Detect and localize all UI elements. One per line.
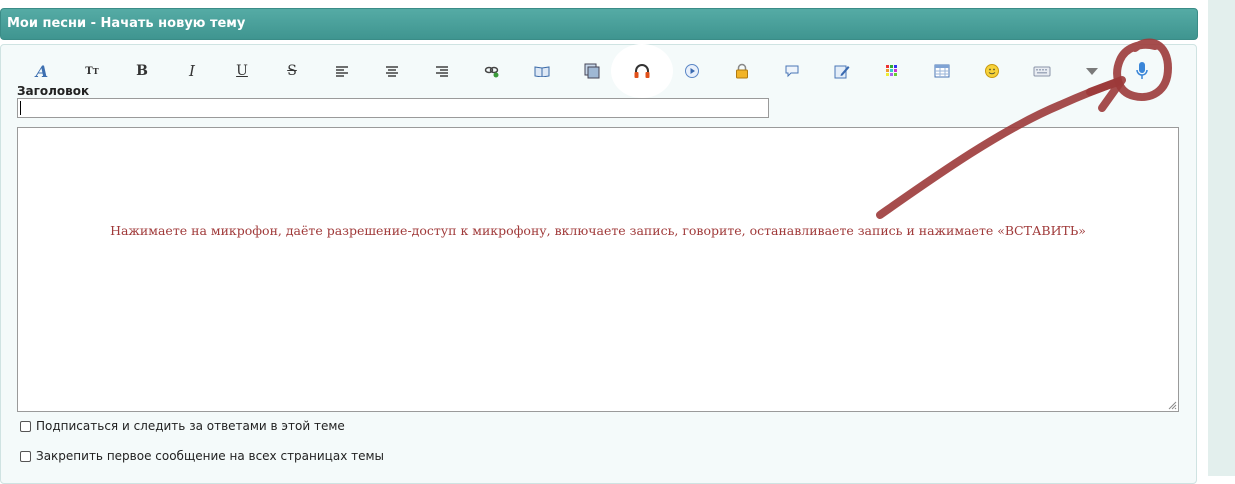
book-icon[interactable] bbox=[529, 58, 555, 84]
subscribe-label: Подписаться и следить за ответами в этой… bbox=[36, 419, 345, 433]
speech-bubble-icon[interactable] bbox=[779, 58, 805, 84]
font-icon[interactable]: A bbox=[29, 58, 55, 84]
keyboard-icon[interactable] bbox=[1029, 58, 1055, 84]
headphones-icon[interactable] bbox=[629, 58, 655, 84]
subscribe-checkbox[interactable] bbox=[20, 420, 31, 432]
page-right-gutter bbox=[1208, 0, 1235, 476]
color-grid-icon[interactable] bbox=[879, 58, 905, 84]
table-icon[interactable] bbox=[929, 58, 955, 84]
pin-checkbox[interactable] bbox=[20, 450, 31, 462]
image-icon[interactable] bbox=[579, 58, 605, 84]
title-label: Заголовок bbox=[17, 84, 90, 98]
pin-label: Закрепить первое сообщение на всех стран… bbox=[36, 449, 385, 463]
strikethrough-icon[interactable]: S bbox=[279, 58, 305, 84]
message-editor[interactable]: Нажимаете на микрофон, даёте разрешение-… bbox=[17, 127, 1179, 412]
lock-icon[interactable] bbox=[729, 58, 755, 84]
page-title: Мои песни - Начать новую тему bbox=[7, 16, 246, 31]
link-icon[interactable] bbox=[479, 58, 505, 84]
editor-hint-text: Нажимаете на микрофон, даёте разрешение-… bbox=[110, 223, 1086, 238]
align-center-icon[interactable] bbox=[379, 58, 405, 84]
resize-grip-icon[interactable] bbox=[1167, 400, 1177, 410]
bold-icon[interactable]: B bbox=[129, 58, 155, 84]
smiley-icon[interactable] bbox=[979, 58, 1005, 84]
editor-toolbar: A TT B I U S bbox=[17, 58, 1177, 86]
pin-option[interactable]: Закрепить первое сообщение на всех стран… bbox=[20, 449, 384, 463]
font-size-icon[interactable]: TT bbox=[79, 58, 105, 84]
align-left-icon[interactable] bbox=[329, 58, 355, 84]
microphone-icon[interactable] bbox=[1129, 58, 1155, 84]
align-right-icon[interactable] bbox=[429, 58, 455, 84]
text-caret bbox=[20, 101, 21, 115]
title-input[interactable] bbox=[17, 98, 769, 118]
italic-icon[interactable]: I bbox=[179, 58, 205, 84]
dropdown-icon[interactable] bbox=[1079, 58, 1105, 84]
edit-icon[interactable] bbox=[829, 58, 855, 84]
play-icon[interactable] bbox=[679, 58, 705, 84]
forum-header-bar: Мои песни - Начать новую тему bbox=[0, 8, 1198, 40]
subscribe-option[interactable]: Подписаться и следить за ответами в этой… bbox=[20, 419, 345, 433]
underline-icon[interactable]: U bbox=[229, 58, 255, 84]
